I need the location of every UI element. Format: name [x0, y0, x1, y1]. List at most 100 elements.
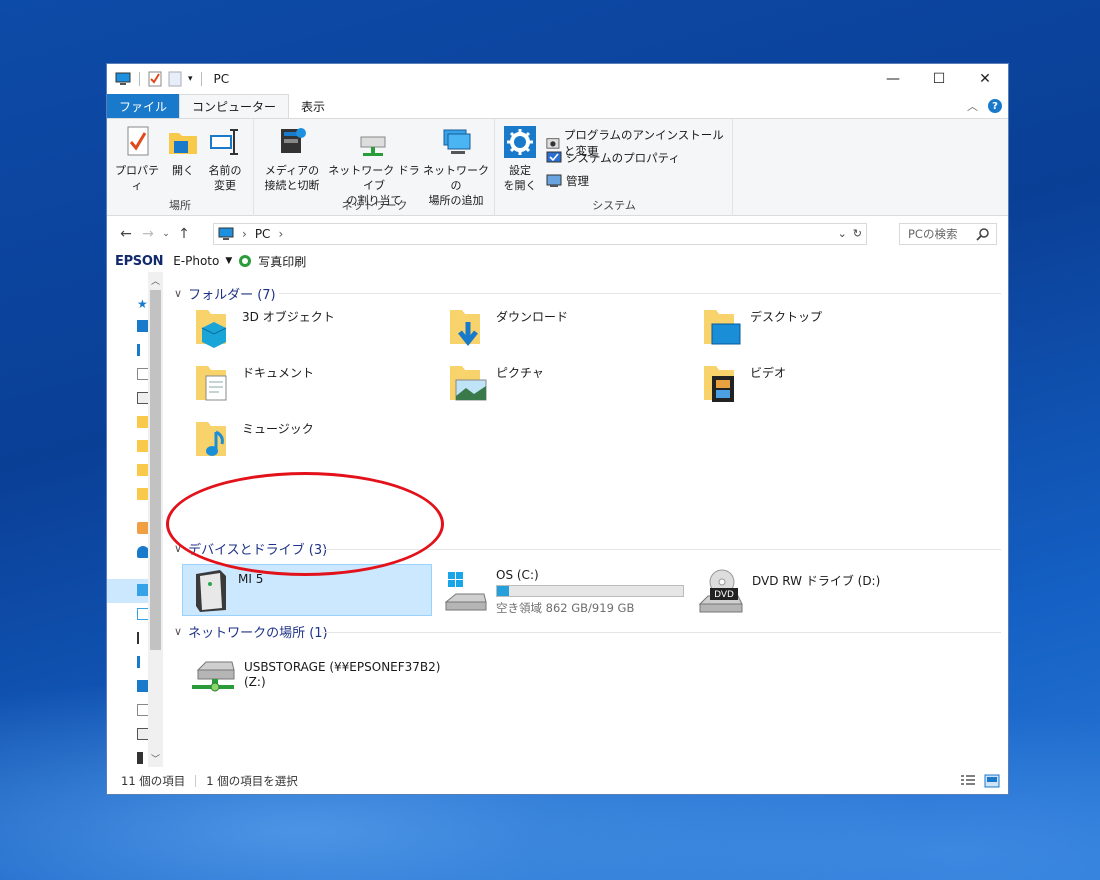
media-label-2: 接続と切断	[264, 179, 320, 192]
folder-music[interactable]: ミュージック	[192, 416, 314, 460]
epson-logo: EPSON	[115, 253, 164, 269]
address-dropdown-icon[interactable]: ⌄	[838, 227, 847, 240]
device-label: MI 5	[238, 572, 264, 586]
settings-label-2: を開く	[503, 179, 537, 192]
media-label-1: メディアの	[264, 164, 320, 177]
system-properties-label: システムのプロパティ	[566, 151, 680, 165]
tab-computer[interactable]: コンピューター	[179, 94, 290, 118]
help-icon[interactable]: ?	[988, 99, 1002, 113]
add-network-location-button[interactable]: ネットワークの 場所の追加	[423, 125, 489, 208]
tab-view[interactable]: 表示	[289, 94, 337, 118]
rename-label-1: 名前の	[208, 164, 242, 177]
open-button[interactable]: 開く	[165, 125, 201, 178]
settings-label-1: 設定	[509, 164, 531, 177]
group-title-network: ネットワークの場所 (1)	[188, 626, 328, 641]
system-properties-button[interactable]: システムのプロパティ	[546, 150, 680, 166]
scroll-down-icon[interactable]: ﹀	[151, 752, 160, 765]
help-area: ︿ ?	[967, 98, 1002, 114]
ephoto-button[interactable]: E-Photo	[173, 254, 219, 268]
customize-dropdown-icon[interactable]: ▾	[188, 74, 193, 84]
group-header-network[interactable]: ∨ ネットワークの場所 (1)	[174, 622, 328, 641]
folder-label: ピクチャ	[496, 366, 544, 380]
nav-scrollbar-thumb[interactable]	[150, 290, 161, 650]
item-count: 11 個の項目	[121, 774, 186, 788]
close-button[interactable]: ✕	[962, 64, 1008, 94]
search-box[interactable]: PCの検索	[899, 223, 997, 245]
navigation-row: ← → ⌄ ↑ › PC › ⌄ ↻ PCの検索	[107, 219, 1008, 249]
properties-button[interactable]: プロパティ	[113, 125, 161, 193]
folder-desktop[interactable]: デスクトップ	[700, 304, 822, 348]
uninstall-icon	[546, 138, 560, 149]
folder-label: デスクトップ	[750, 310, 823, 324]
window-title: PC	[213, 72, 230, 86]
downloads-folder-icon	[450, 310, 480, 347]
window-controls: — ☐ ✕	[870, 64, 1008, 94]
group-title-folders: フォルダー (7)	[188, 288, 276, 303]
dvd-badge: DVD	[714, 590, 734, 600]
nav-videos-icon[interactable]	[137, 752, 143, 764]
drive-dvd-d[interactable]: DVD DVD RW ドライブ (D:)	[698, 568, 880, 614]
title-bar: ▾ PC — ☐ ✕	[107, 64, 1008, 94]
address-actions: ⌄ ↻	[838, 227, 862, 240]
ephoto-dropdown-icon[interactable]: ▼	[225, 256, 232, 266]
open-label: 開く	[172, 164, 194, 177]
forward-arrow-icon[interactable]: →	[137, 226, 159, 242]
group-header-devices[interactable]: ∨ デバイスとドライブ (3)	[174, 539, 327, 558]
drive-label: DVD RW ドライブ (D:)	[752, 574, 881, 588]
status-bar: 11 個の項目 1 個の項目を選択	[107, 768, 1008, 794]
quick-access-star-icon[interactable]: ★	[137, 297, 148, 311]
group-header-folders[interactable]: ∨ フォルダー (7)	[174, 284, 276, 303]
desktop-folder-icon	[704, 310, 741, 345]
breadcrumb-chevron-icon[interactable]: ›	[278, 227, 283, 241]
chevron-down-icon: ∨	[174, 287, 183, 300]
view-switcher	[960, 774, 1000, 788]
back-arrow-icon[interactable]: ←	[115, 226, 137, 242]
folder-documents[interactable]: ドキュメント	[192, 360, 314, 404]
ribbon-tabs: ファイル コンピューター 表示 ︿ ?	[107, 94, 1008, 118]
tab-file[interactable]: ファイル	[107, 94, 180, 118]
videos-folder-icon	[704, 366, 734, 402]
recent-locations-icon[interactable]: ⌄	[159, 229, 173, 239]
search-icon	[976, 228, 989, 241]
address-bar[interactable]: › PC › ⌄ ↻	[213, 223, 867, 245]
divider	[195, 775, 197, 787]
selected-count: 1 個の項目を選択	[206, 774, 298, 788]
network-location-icon	[443, 129, 471, 154]
add-location-label-1: ネットワークの	[423, 164, 489, 192]
open-folder-icon	[169, 133, 197, 154]
up-arrow-icon[interactable]: ↑	[173, 226, 195, 242]
drive-label: OS (C:)	[496, 568, 539, 582]
details-view-icon[interactable]	[960, 774, 976, 788]
drive-os-c[interactable]: OS (C:) 空き領域 862 GB/919 GB	[444, 568, 684, 616]
rename-button[interactable]: 名前の 変更	[203, 125, 247, 193]
properties-icon	[127, 126, 149, 156]
manage-button[interactable]: 管理	[546, 173, 589, 189]
device-mi5[interactable]: MI 5	[190, 568, 263, 614]
minimize-button[interactable]: —	[870, 64, 916, 94]
maximize-button[interactable]: ☐	[916, 64, 962, 94]
map-network-drive-button[interactable]: ネットワーク ドライブ の割り当て	[327, 125, 421, 208]
properties-icon[interactable]	[148, 71, 162, 87]
breadcrumb-chevron-icon[interactable]: ›	[242, 227, 247, 241]
group-label-network: ネットワーク	[341, 199, 408, 212]
new-folder-icon[interactable]	[168, 71, 182, 87]
ribbon-group-location: プロパティ 開く 名前の 変更 場所	[107, 119, 254, 216]
photo-print-button[interactable]: 写真印刷	[258, 253, 306, 270]
folder-downloads[interactable]: ダウンロード	[446, 304, 568, 348]
folder-videos[interactable]: ビデオ	[700, 360, 786, 404]
divider	[200, 72, 202, 86]
refresh-icon[interactable]: ↻	[853, 227, 862, 240]
media-connect-button[interactable]: メディアの 接続と切断	[259, 125, 325, 193]
group-title-devices: デバイスとドライブ (3)	[188, 543, 328, 558]
collapse-ribbon-icon[interactable]: ︿	[967, 98, 978, 114]
folder-3d-objects[interactable]: 3D オブジェクト	[192, 304, 335, 348]
chevron-down-icon: ∨	[174, 625, 183, 638]
breadcrumb-pc[interactable]: PC	[255, 227, 271, 241]
large-icons-view-icon[interactable]	[984, 774, 1000, 788]
network-drive-usbstorage[interactable]: USBSTORAGE (¥¥EPSONEF37B2) (Z:)	[190, 656, 440, 696]
open-settings-button[interactable]: 設定 を開く	[500, 125, 540, 193]
folder-pictures[interactable]: ピクチャ	[446, 360, 544, 404]
scroll-up-icon[interactable]: ︿	[151, 274, 160, 287]
explorer-window: ▾ PC — ☐ ✕ ファイル コンピューター 表示 ︿ ? プロパティ 開く …	[106, 63, 1009, 795]
folder-label: ダウンロード	[496, 310, 569, 324]
